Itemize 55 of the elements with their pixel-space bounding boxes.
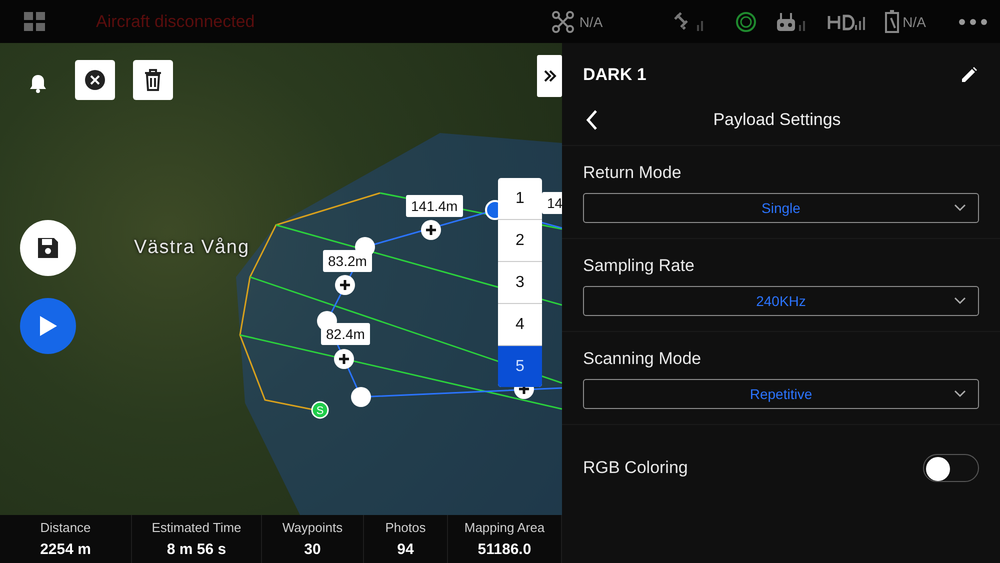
chevron-down-icon: [954, 390, 966, 398]
drone-icon: [551, 10, 576, 34]
trash-icon: [144, 69, 162, 91]
waypoint-marker[interactable]: [351, 387, 371, 407]
picker-option[interactable]: 3: [498, 262, 542, 304]
stat-label: Estimated Time: [152, 520, 242, 535]
stat-label: Distance: [40, 520, 91, 535]
setting-label: Return Mode: [583, 163, 682, 183]
satellite-map[interactable]: Västra Vång 141.4m 83.2m 82.4m 14 S 1 2 3 4 5: [0, 43, 562, 515]
dropdown-field[interactable]: 240KHz: [583, 286, 979, 316]
connection-status: Aircraft disconnected: [96, 12, 256, 32]
stat-label: Waypoints: [282, 520, 343, 535]
drone-status: N/A: [579, 14, 603, 30]
add-waypoint-icon[interactable]: [335, 275, 355, 295]
panel-subtitle: Payload Settings: [712, 110, 842, 130]
stat-value: 30: [304, 541, 321, 558]
save-icon: [36, 236, 60, 260]
chevron-down-icon: [954, 297, 966, 305]
setting-label: Sampling Rate: [583, 256, 695, 276]
grid-icon[interactable]: [24, 12, 46, 32]
distance-label: 82.4m: [321, 323, 370, 345]
stat-value: 51186.0: [478, 541, 532, 558]
picker-option[interactable]: 2: [498, 220, 542, 262]
stat-value: 2254 m: [40, 541, 91, 558]
dropdown-field[interactable]: Repetitive: [583, 379, 979, 409]
setting-label: RGB Coloring: [583, 458, 688, 478]
place-label: Västra Vång: [134, 237, 250, 259]
add-waypoint-icon[interactable]: [334, 349, 354, 369]
distance-label: 83.2m: [323, 250, 372, 272]
delete-button[interactable]: [133, 60, 173, 100]
collapse-panel-button[interactable]: [537, 55, 562, 97]
stat-label: Photos: [385, 520, 426, 535]
stat-label: Mapping Area: [464, 520, 545, 535]
clear-button[interactable]: [75, 60, 115, 100]
stat-value: 8 m 56 s: [166, 541, 226, 558]
dropdown-field[interactable]: Single: [583, 193, 979, 223]
picker-option[interactable]: 5: [498, 346, 542, 387]
stat-value: 94: [397, 541, 414, 558]
distance-label: 14: [542, 192, 562, 214]
distance-label: 141.4m: [406, 195, 463, 217]
chevron-down-icon: [954, 204, 966, 212]
edit-icon[interactable]: [960, 66, 978, 84]
close-icon: [84, 69, 106, 91]
bell-icon[interactable]: [29, 73, 47, 93]
double-chevron-icon: [542, 69, 556, 83]
back-icon[interactable]: [586, 109, 598, 131]
rc-status-icon: [734, 10, 757, 32]
panel-title: DARK 1: [583, 65, 646, 85]
more-icon[interactable]: [958, 18, 988, 26]
battery-status: N/A: [902, 14, 926, 30]
add-waypoint-icon[interactable]: [421, 220, 441, 240]
play-icon: [38, 315, 58, 337]
setting-label: Scanning Mode: [583, 349, 702, 369]
toggle-switch[interactable]: [923, 454, 979, 482]
picker-option[interactable]: 1: [498, 178, 542, 220]
